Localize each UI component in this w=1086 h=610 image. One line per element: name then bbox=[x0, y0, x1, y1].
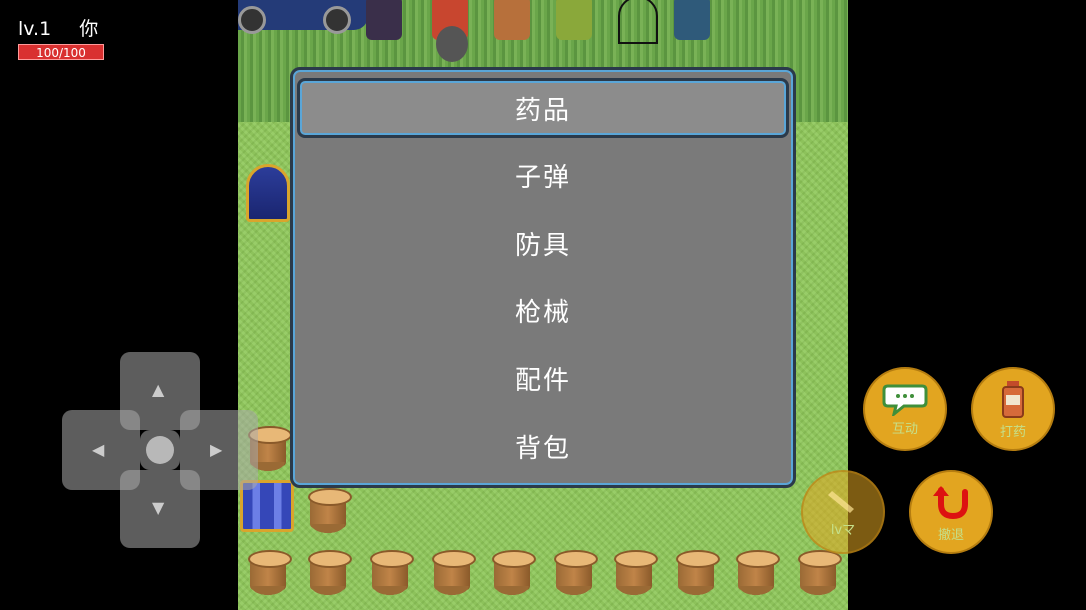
heal-button[interactable]: 打药 bbox=[971, 367, 1055, 451]
hp-bar: 100/100 bbox=[18, 44, 104, 60]
tree-stump bbox=[302, 488, 354, 538]
speech-bubble-icon bbox=[882, 384, 928, 416]
triangle-left-icon: ◀ bbox=[92, 440, 105, 459]
menu-item-armor[interactable]: 防具 bbox=[297, 213, 789, 273]
npc-sprite-dark[interactable] bbox=[366, 0, 402, 40]
interact-button[interactable]: 互动 bbox=[863, 367, 947, 451]
menu-item-backpack[interactable]: 背包 bbox=[297, 416, 789, 476]
pencil-icon bbox=[828, 490, 854, 513]
medicine-bottle-icon bbox=[1002, 380, 1024, 418]
menu-item-label: 防具 bbox=[514, 230, 571, 261]
tree-stump bbox=[426, 550, 478, 600]
treasure-chest[interactable] bbox=[246, 164, 290, 222]
tree-stump bbox=[242, 550, 294, 600]
npc-sprite-green[interactable] bbox=[556, 0, 592, 40]
tree-stump bbox=[364, 550, 416, 600]
category-menu: 药品 子弹 防具 枪械 配件 背包 bbox=[290, 67, 796, 488]
menu-item-medicine[interactable]: 药品 bbox=[297, 78, 789, 138]
u-turn-arrow-icon bbox=[933, 485, 968, 519]
menu-item-ammo[interactable]: 子弹 bbox=[297, 145, 789, 205]
triangle-right-icon: ▶ bbox=[210, 440, 223, 459]
tree-stump bbox=[792, 550, 844, 600]
player-info: lv.1 你 bbox=[18, 16, 104, 42]
dpad: ▲ ▼ ◀ ▶ bbox=[62, 352, 258, 548]
menu-item-attachments[interactable]: 配件 bbox=[297, 348, 789, 408]
menu-item-guns[interactable]: 枪械 bbox=[297, 280, 789, 340]
player-sprite bbox=[436, 26, 468, 62]
menu-item-label: 药品 bbox=[514, 95, 571, 126]
npc-sprite-brown[interactable] bbox=[494, 0, 530, 40]
npc-sprite-stick[interactable] bbox=[618, 0, 658, 44]
vehicle-sprite bbox=[238, 0, 368, 34]
attack-button[interactable]: lvマ bbox=[801, 470, 885, 554]
menu-item-label: 枪械 bbox=[514, 297, 571, 328]
npc-sprite-blue[interactable] bbox=[674, 0, 710, 40]
player-hud: lv.1 你 100/100 bbox=[18, 16, 104, 60]
player-level: lv.1 bbox=[18, 18, 52, 40]
triangle-up-icon: ▲ bbox=[152, 380, 165, 399]
tree-stump bbox=[608, 550, 660, 600]
retreat-label: 撤退 bbox=[937, 527, 964, 543]
attack-label: lvマ bbox=[830, 522, 856, 538]
dpad-center-dot bbox=[146, 436, 174, 464]
interact-label: 互动 bbox=[891, 421, 918, 437]
retreat-button[interactable]: 撤退 bbox=[909, 470, 993, 554]
player-name: 你 bbox=[79, 18, 99, 40]
dpad-left-button[interactable]: ◀ bbox=[62, 410, 140, 490]
menu-item-label: 子弹 bbox=[514, 162, 571, 193]
heal-label: 打药 bbox=[999, 424, 1026, 440]
tree-stump bbox=[730, 550, 782, 600]
tree-stump bbox=[486, 550, 538, 600]
tree-stump bbox=[548, 550, 600, 600]
tree-stump bbox=[670, 550, 722, 600]
triangle-down-icon: ▼ bbox=[152, 498, 165, 517]
dpad-right-button[interactable]: ▶ bbox=[180, 410, 258, 490]
menu-item-label: 背包 bbox=[514, 433, 571, 464]
tree-stump bbox=[302, 550, 354, 600]
menu-item-label: 配件 bbox=[514, 365, 571, 396]
